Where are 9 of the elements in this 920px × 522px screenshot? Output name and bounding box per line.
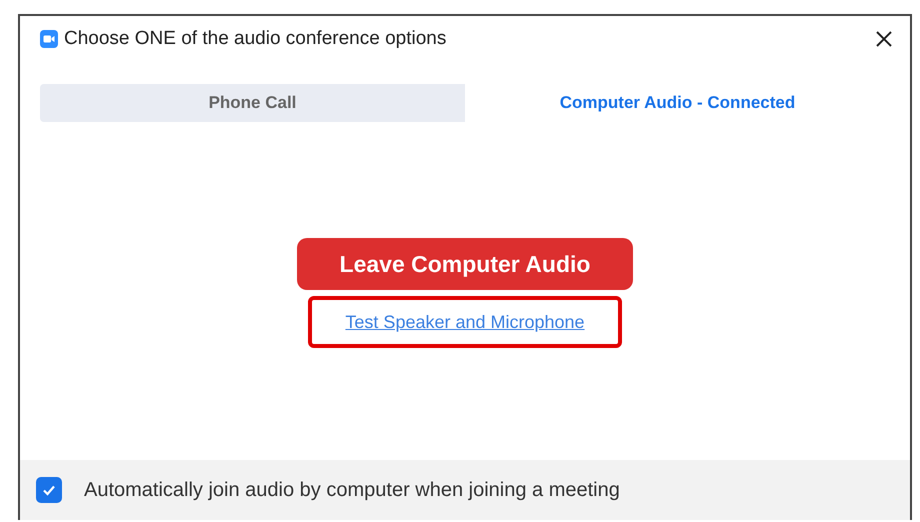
window-title: Choose ONE of the audio conference options bbox=[64, 26, 446, 51]
checkbox-label: Automatically join audio by computer when joining a meeting bbox=[84, 478, 620, 503]
tab[interactable]: Computer Audio - Connected bbox=[465, 84, 890, 122]
test-speaker-link[interactable]: Test Speaker and Microphone bbox=[345, 308, 585, 336]
checkbox[interactable] bbox=[36, 477, 62, 503]
video-camera-icon bbox=[40, 30, 58, 48]
tab[interactable]: Phone Call bbox=[40, 84, 465, 122]
close-icon bbox=[875, 30, 893, 48]
leave-audio-button[interactable]: Leave Computer Audio bbox=[297, 238, 633, 290]
